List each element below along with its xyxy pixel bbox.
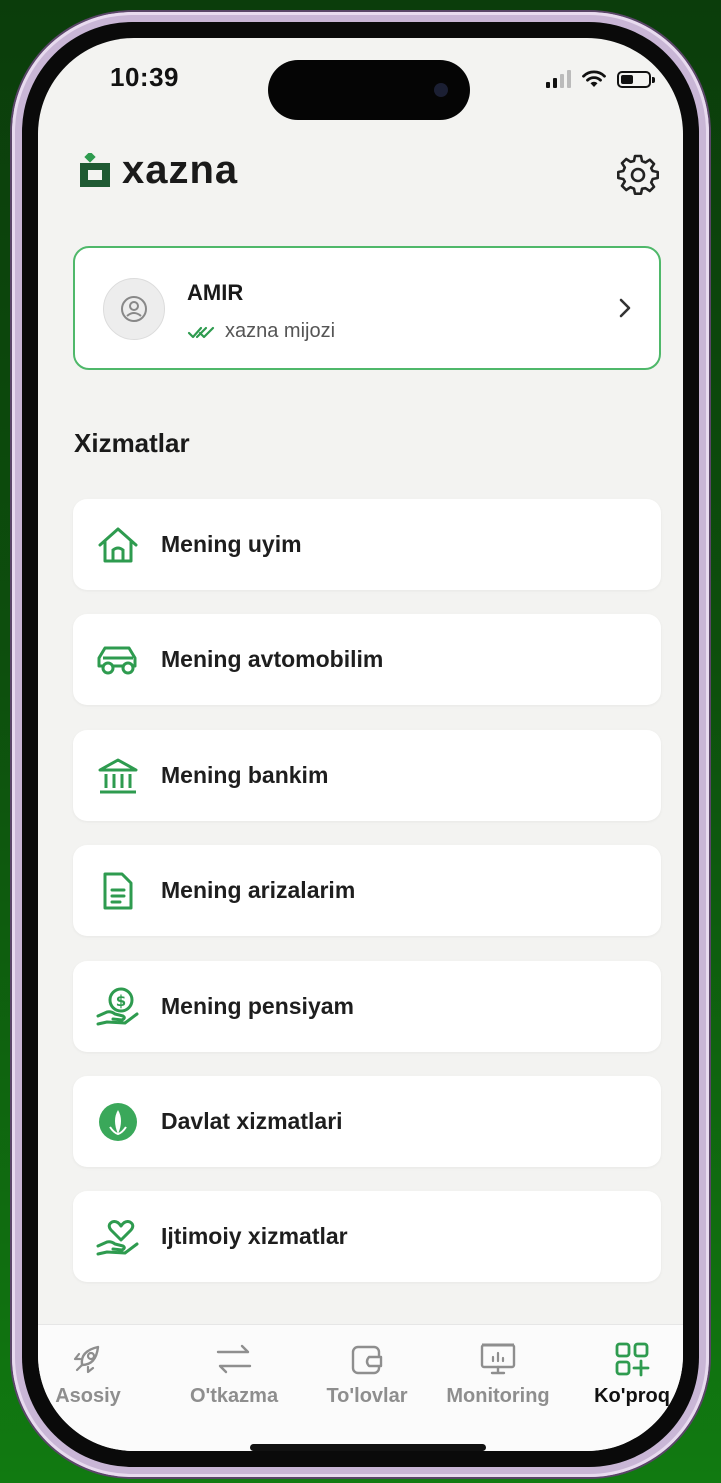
phone-screen: 10:39 xazna AMIR xazna mijozi Xizmatlar … — [38, 38, 683, 1451]
rocket-icon — [73, 1345, 100, 1374]
services-section-title: Xizmatlar — [74, 428, 190, 458]
profile-name: AMIR — [187, 280, 244, 305]
brand-name: xazna — [122, 148, 239, 192]
camera-icon — [434, 83, 448, 97]
service-government[interactable]: Davlat xizmatlari — [73, 1075, 661, 1167]
tab-label: O'tkazma — [189, 1385, 279, 1407]
profile-card[interactable]: AMIR xazna mijozi — [73, 246, 661, 370]
service-label: Mening arizalarim — [161, 877, 356, 904]
services-list: Mening uyim Mening avtomobilim Mening ba… — [73, 499, 661, 1307]
service-my-home[interactable]: Mening uyim — [73, 499, 661, 590]
tab-tolovlar[interactable]: To'lovlar — [307, 1339, 427, 1408]
service-my-bank[interactable]: Mening bankim — [73, 729, 661, 821]
service-label: Mening uyim — [161, 531, 302, 557]
wifi-icon — [582, 70, 606, 87]
service-label: Ijtimoiy xizmatlar — [161, 1223, 348, 1250]
avatar — [103, 278, 165, 340]
svg-text:$: $ — [116, 992, 126, 1010]
status-time: 10:39 — [110, 62, 179, 92]
status-icons — [546, 68, 655, 90]
double-check-icon — [187, 326, 215, 338]
heart-hand-icon — [95, 1215, 141, 1259]
battery-icon — [617, 70, 655, 88]
house-icon — [95, 523, 141, 567]
money-hand-icon: $ — [95, 985, 141, 1029]
xazna-logo-icon — [80, 152, 110, 187]
tab-label: Monitoring — [446, 1385, 550, 1407]
tab-asosiy[interactable]: Asosiy — [38, 1339, 148, 1408]
service-my-applications[interactable]: Mening arizalarim — [73, 845, 661, 937]
service-label: Mening bankim — [161, 761, 329, 788]
tab-label: To'lovlar — [326, 1385, 408, 1407]
bank-icon — [95, 754, 141, 798]
tab-label: Ko'proq — [594, 1385, 670, 1407]
signal-icon — [546, 70, 571, 88]
profile-status: xazna mijozi — [187, 320, 335, 343]
car-icon — [95, 638, 141, 682]
service-label: Mening avtomobilim — [161, 646, 384, 673]
service-social[interactable]: Ijtimoiy xizmatlar — [73, 1191, 661, 1283]
service-label: Mening pensiyam — [161, 992, 354, 1019]
bottom-tab-bar: Asosiy O'tkazma To'lovlar Monitoring Ko'… — [38, 1324, 683, 1451]
home-indicator[interactable] — [250, 1444, 486, 1451]
service-label: Davlat xizmatlari — [161, 1107, 343, 1134]
dynamic-island — [268, 60, 470, 120]
document-icon — [95, 869, 141, 913]
service-my-pension[interactable]: $ Mening pensiyam — [73, 960, 661, 1052]
transfer-arrows-icon — [216, 1344, 252, 1374]
profile-status-label: xazna mijozi — [225, 320, 336, 342]
service-my-car[interactable]: Mening avtomobilim — [73, 614, 661, 706]
monitor-chart-icon — [480, 1343, 516, 1375]
wallet-icon — [351, 1345, 383, 1375]
government-emblem-icon — [95, 1100, 141, 1144]
grid-plus-icon — [615, 1342, 650, 1377]
tab-monitoring[interactable]: Monitoring — [438, 1339, 558, 1408]
user-icon — [121, 296, 147, 322]
settings-gear-icon[interactable] — [616, 152, 660, 196]
chevron-right-icon — [619, 298, 631, 318]
brand-logo: xazna — [78, 148, 238, 193]
tab-label: Asosiy — [55, 1385, 121, 1407]
tab-otkazma[interactable]: O'tkazma — [174, 1339, 294, 1408]
tab-koproq[interactable]: Ko'proq — [572, 1339, 683, 1408]
